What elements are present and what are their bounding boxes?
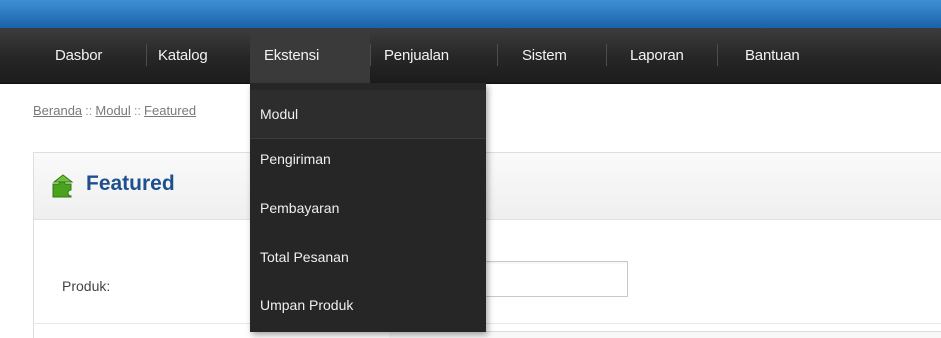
main-menu-bar: Dasbor Katalog Ekstensi Penjualan Sistem… [0, 28, 941, 84]
puzzle-icon [50, 173, 76, 199]
dropdown-item-umpan-produk[interactable]: Umpan Produk [250, 281, 486, 329]
menu-sistem[interactable]: Sistem [522, 28, 567, 83]
menu-penjualan[interactable]: Penjualan [384, 28, 449, 83]
breadcrumb-beranda[interactable]: Beranda [33, 103, 82, 118]
ekstensi-dropdown-menu: Modul Pengiriman Pembayaran Total Pesana… [250, 83, 486, 332]
admin-page: Dasbor Katalog Ekstensi Penjualan Sistem… [0, 0, 941, 338]
menu-dasbor[interactable]: Dasbor [55, 28, 102, 83]
page-title: Featured [86, 172, 175, 195]
product-list-box[interactable] [389, 331, 941, 338]
menu-ekstensi[interactable]: Ekstensi [250, 28, 370, 83]
breadcrumb-separator: :: [133, 103, 142, 118]
featured-panel: Featured Produk: [33, 152, 941, 338]
menu-separator [370, 44, 371, 66]
menu-separator [717, 44, 718, 66]
dropdown-item-total-pesanan[interactable]: Total Pesanan [250, 233, 486, 281]
breadcrumb-separator: :: [85, 103, 93, 118]
panel-heading: Featured [34, 153, 941, 220]
dropdown-item-modul[interactable]: Modul [250, 90, 486, 138]
dropdown-item-pembayaran[interactable]: Pembayaran [250, 184, 486, 232]
produk-label: Produk: [62, 278, 111, 294]
menu-laporan[interactable]: Laporan [630, 28, 684, 83]
dropdown-item-pengiriman[interactable]: Pengiriman [250, 135, 486, 183]
menu-katalog[interactable]: Katalog [158, 28, 208, 83]
menu-separator [146, 44, 147, 66]
form-row-divider [34, 323, 941, 324]
breadcrumb: Beranda:: Modul:: Featured [33, 103, 196, 118]
breadcrumb-modul[interactable]: Modul [95, 103, 130, 118]
menu-bantuan[interactable]: Bantuan [745, 28, 800, 83]
menu-separator [497, 44, 498, 66]
menu-separator [606, 44, 607, 66]
top-header-band [0, 0, 941, 28]
breadcrumb-featured[interactable]: Featured [144, 103, 196, 118]
